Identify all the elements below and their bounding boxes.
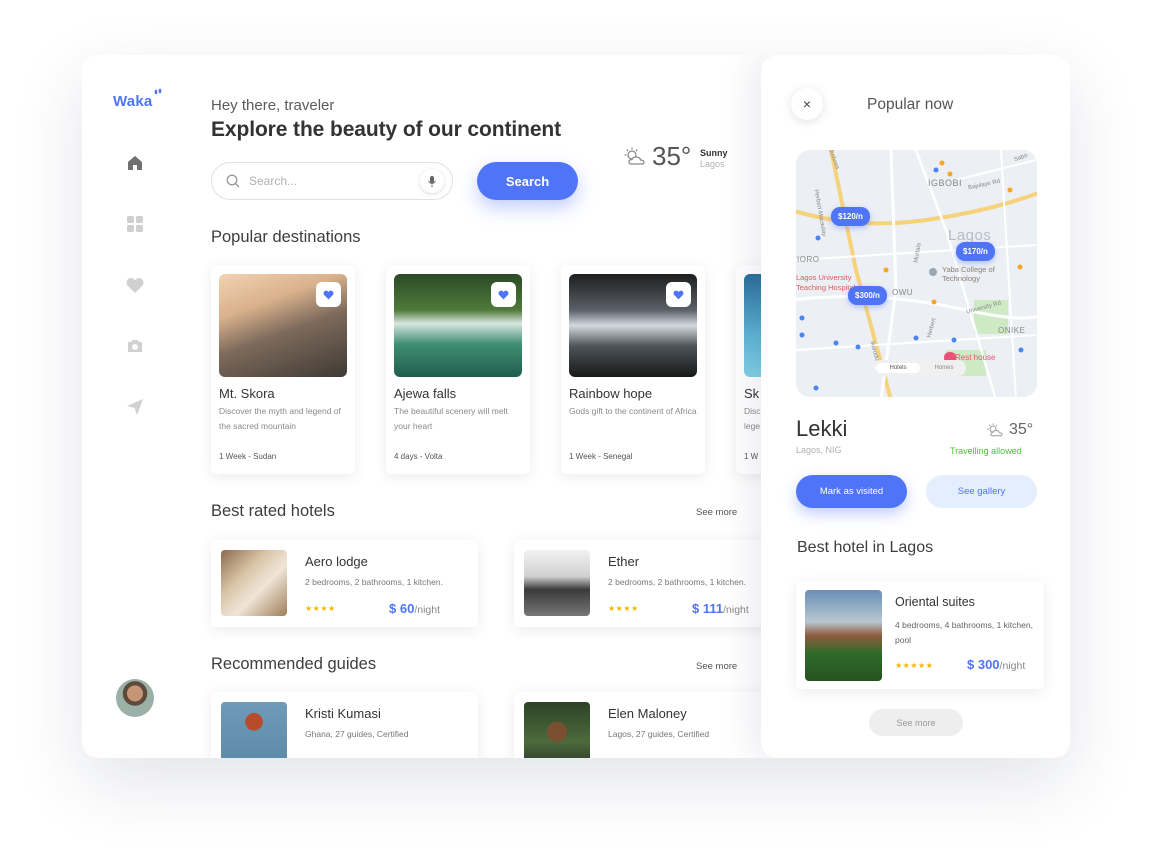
map-price-pin[interactable]: $300/n: [848, 286, 887, 305]
guide-photo: [524, 702, 590, 758]
user-avatar[interactable]: [116, 679, 154, 717]
destination-card[interactable]: Rainbow hope Gods gift to the continent …: [561, 265, 705, 474]
send-icon[interactable]: [125, 397, 145, 417]
map-label-poi: Yaba College of Technology: [942, 265, 995, 283]
hotel-name: Aero lodge: [305, 554, 368, 569]
guides-see-more-link[interactable]: See more: [696, 661, 737, 672]
guide-name: Kristi Kumasi: [305, 706, 381, 721]
best-hotel-card[interactable]: Oriental suites 4 bedrooms, 4 bathrooms,…: [796, 581, 1044, 689]
hotel-price: $ 60/night: [389, 601, 440, 616]
guide-description: Lagos, 27 guides, Certified: [608, 729, 710, 739]
place-name: Lekki: [796, 416, 848, 441]
hotel-price: $ 111/night: [692, 601, 749, 616]
hotel-name: Ether: [608, 554, 640, 569]
footprints-icon: [154, 88, 162, 95]
app-window: Waka Hey there, traveler Explore the bea…: [82, 55, 1070, 758]
map-label-district: IGBOBI: [928, 178, 963, 188]
partly-sunny-icon: [987, 422, 1003, 436]
hotel-photo: [805, 590, 882, 681]
home-icon[interactable]: [125, 153, 145, 173]
search-box[interactable]: [211, 162, 453, 200]
map-label-district: IORO: [797, 255, 820, 264]
hotel-rating: ★★★★: [305, 604, 336, 613]
best-hotel-title: Best hotel in Lagos: [797, 539, 934, 556]
toggle-hotels[interactable]: Hotels: [876, 363, 920, 373]
partly-sunny-icon: [624, 147, 645, 165]
weather-widget: 35° Sunny Lagos: [624, 141, 728, 172]
map-label-district: OWU: [892, 288, 914, 297]
destination-meta: 4 days - Volta: [394, 452, 443, 461]
guide-card[interactable]: Elen Maloney Lagos, 27 guides, Certified: [514, 692, 781, 758]
guide-photo: [221, 702, 287, 758]
heart-icon: [498, 290, 509, 299]
travel-status: Travelling allowed: [950, 446, 1022, 456]
map-price-pin[interactable]: $170/n: [956, 242, 995, 261]
toggle-homes[interactable]: Homes: [922, 365, 966, 371]
popular-now-panel: × Popular now IGBOBI Lagos Yaba College …: [761, 55, 1070, 758]
hotel-description: 4 bedrooms, 4 bathrooms, 1 kitchen, pool: [895, 620, 1033, 645]
mark-visited-button[interactable]: Mark as visited: [796, 475, 907, 508]
search-button[interactable]: Search: [477, 162, 578, 200]
destination-name: Rainbow hope: [569, 386, 653, 401]
destination-meta: 1 W: [744, 452, 759, 461]
heart-icon[interactable]: [125, 275, 145, 295]
destination-description: Discover the myth and legend of the sacr…: [219, 406, 341, 431]
hotel-description: 2 bedrooms, 2 bathrooms, 1 kitchen.: [608, 577, 746, 587]
place-temperature: 35°: [1009, 421, 1034, 438]
search-icon: [226, 174, 240, 188]
weather-condition: Sunny: [700, 148, 728, 158]
weather-city: Lagos: [700, 159, 725, 169]
destination-description: The beautiful scenery will melt your hea…: [394, 406, 508, 431]
destination-meta: 1 Week - Senegal: [569, 452, 633, 461]
guide-card[interactable]: Kristi Kumasi Ghana, 27 guides, Certifie…: [211, 692, 478, 758]
map-label-district: ONIKE: [998, 326, 1026, 335]
close-button[interactable]: ×: [791, 88, 823, 120]
section-title-guides: Recommended guides: [211, 655, 377, 673]
map-price-pin[interactable]: $120/n: [831, 207, 870, 226]
favorite-button[interactable]: [666, 282, 691, 307]
hotel-photo: [524, 550, 590, 616]
brand-logo[interactable]: Waka: [113, 88, 162, 110]
camera-icon[interactable]: [125, 336, 145, 356]
hotel-rating: ★★★★★: [895, 661, 934, 670]
place-weather: 35°: [987, 421, 1033, 439]
hotel-price: $ 300/night: [967, 657, 1026, 672]
hotel-card[interactable]: Aero lodge 2 bedrooms, 2 bathrooms, 1 ki…: [211, 540, 478, 627]
hotel-description: 2 bedrooms, 2 bathrooms, 1 kitchen.: [305, 577, 443, 587]
place-subtitle: Lagos, NIG: [796, 445, 842, 455]
section-title-hotels: Best rated hotels: [211, 502, 335, 520]
grid-icon[interactable]: [125, 214, 145, 234]
destination-card[interactable]: Ajewa falls The beautiful scenery will m…: [386, 265, 530, 474]
heart-icon: [673, 290, 684, 299]
destination-name: Mt. Skora: [219, 386, 275, 401]
hotel-card[interactable]: Ether 2 bedrooms, 2 bathrooms, 1 kitchen…: [514, 540, 781, 627]
destination-name: Ajewa falls: [394, 386, 457, 401]
see-gallery-button[interactable]: See gallery: [926, 475, 1037, 508]
destination-name: Sk: [744, 386, 760, 401]
section-title-destinations: Popular destinations: [211, 228, 361, 246]
hotels-see-more-link[interactable]: See more: [696, 507, 737, 518]
panel-see-more-button[interactable]: See more: [869, 709, 963, 736]
heart-icon: [323, 290, 334, 299]
guide-name: Elen Maloney: [608, 706, 687, 721]
panel-title: Popular now: [867, 96, 954, 113]
destination-description: Gods gift to the continent of Africa: [569, 406, 697, 416]
microphone-button[interactable]: [420, 169, 444, 193]
map-view[interactable]: IGBOBI Lagos Yaba College of Technology …: [796, 150, 1037, 397]
favorite-button[interactable]: [491, 282, 516, 307]
hotel-rating: ★★★★: [608, 604, 639, 613]
map-type-toggle[interactable]: Hotels Homes: [874, 360, 966, 376]
page-headline: Explore the beauty of our continent: [211, 118, 562, 141]
greeting-text: Hey there, traveler: [211, 97, 335, 114]
hotel-photo: [221, 550, 287, 616]
weather-temperature: 35°: [652, 141, 692, 171]
guide-description: Ghana, 27 guides, Certified: [305, 729, 409, 739]
destination-card[interactable]: Mt. Skora Discover the myth and legend o…: [211, 265, 355, 474]
search-input[interactable]: [249, 174, 399, 188]
hotel-name: Oriental suites: [895, 595, 975, 609]
microphone-icon: [428, 175, 436, 187]
destination-meta: 1 Week - Sudan: [219, 452, 277, 461]
favorite-button[interactable]: [316, 282, 341, 307]
